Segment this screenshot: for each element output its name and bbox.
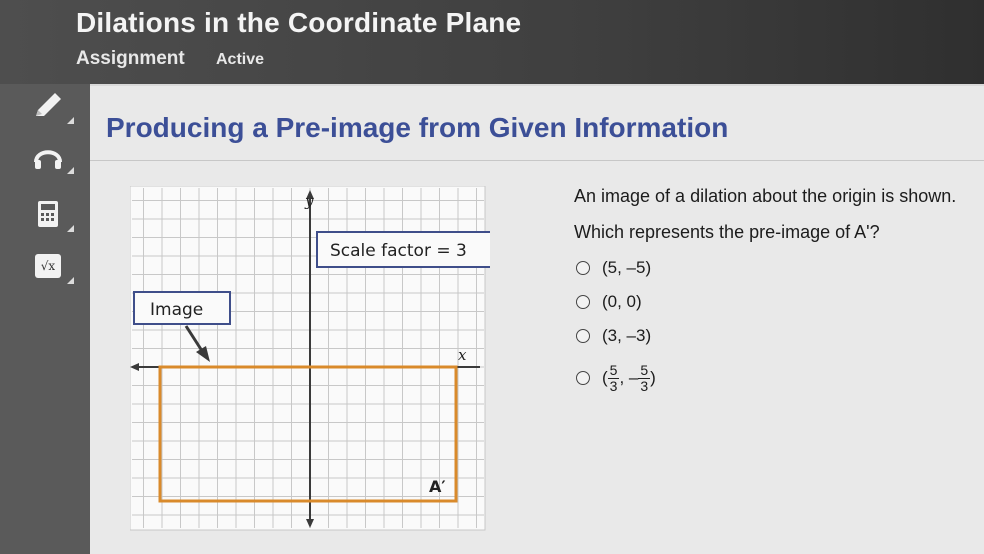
lesson-title: Dilations in the Coordinate Plane [76, 7, 522, 38]
headphones-icon [34, 150, 62, 169]
assignment-label: Assignment [76, 48, 185, 69]
pencil-tool-button[interactable] [22, 86, 74, 126]
section-divider [90, 160, 984, 161]
answer-option-3[interactable]: (3, –3) [574, 323, 651, 349]
image-callout: Image [133, 291, 231, 325]
radio-button[interactable] [576, 329, 590, 343]
radio-button[interactable] [576, 371, 590, 385]
fraction-2: 5 3 [638, 361, 651, 394]
formula-sqrt-icon: √x [35, 254, 61, 278]
radio-button[interactable] [576, 295, 590, 309]
answer-option-fraction-label: ( 5 3 , – 5 3 ) [602, 361, 656, 394]
answer-option-label: (0, 0) [602, 292, 642, 311]
tool-sidebar: √x [0, 84, 90, 554]
y-axis-label: y [304, 192, 314, 210]
question-text: Which represents the pre-image of A'? [574, 222, 880, 242]
calculator-tool-button[interactable] [22, 194, 74, 234]
audio-tool-button[interactable] [22, 136, 74, 176]
answer-option-label: (5, –5) [602, 258, 652, 277]
header-bar: Dilations in the Coordinate Plane Assign… [0, 0, 984, 84]
image-callout-text: Image [150, 300, 203, 320]
pencil-icon [36, 93, 61, 116]
status-label: Active [216, 51, 265, 68]
calculator-icon [38, 201, 58, 227]
point-label-a-prime: A′ [429, 477, 446, 496]
answer-option-2[interactable]: (0, 0) [574, 289, 642, 315]
answer-option-label: (3, –3) [602, 326, 652, 345]
scale-factor-callout: Scale factor = 3 [316, 231, 494, 268]
formula-tool-button[interactable]: √x [22, 246, 74, 286]
answer-option-1[interactable]: (5, –5) [574, 255, 651, 281]
section-heading: Producing a Pre-image from Given Informa… [106, 112, 729, 143]
coordinate-graph: y x Scale factor = 3 Image A′ [129, 185, 494, 532]
scale-factor-text: Scale factor = 3 [330, 241, 467, 261]
question-prompt: An image of a dilation about the origin … [574, 186, 957, 206]
question-panel: An image of a dilation about the origin … [574, 186, 974, 426]
fraction-1: 5 3 [607, 361, 620, 394]
x-axis-label: x [458, 346, 467, 364]
radio-button[interactable] [576, 261, 590, 275]
answer-option-4[interactable]: ( 5 3 , – 5 3 ) [574, 361, 656, 394]
